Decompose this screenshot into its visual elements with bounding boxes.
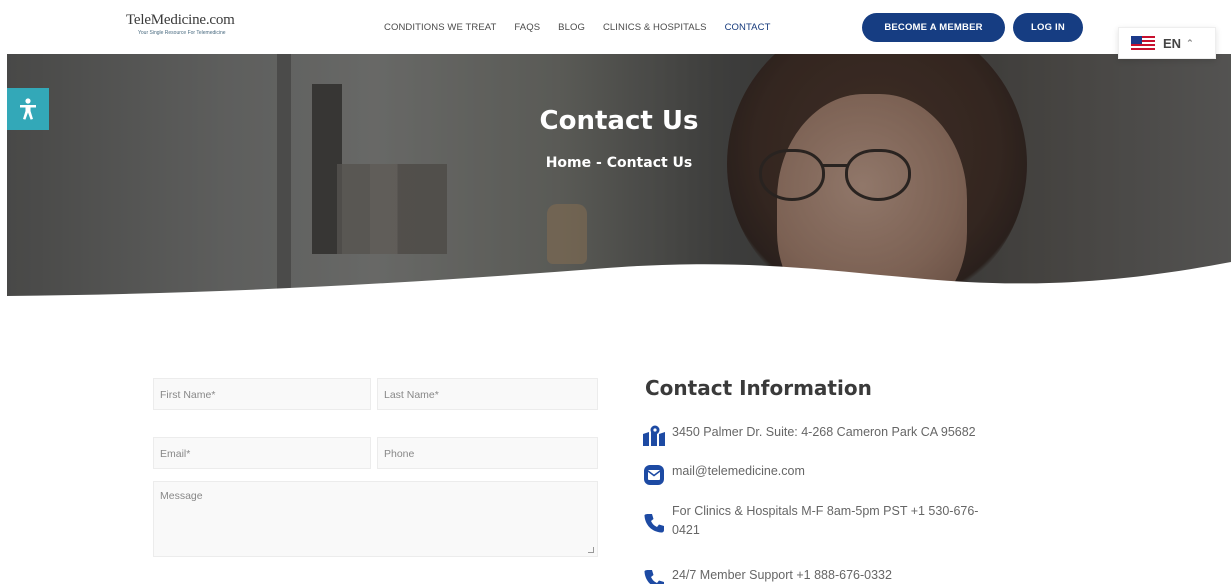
become-member-button[interactable]: BECOME A MEMBER	[862, 13, 1005, 42]
nav-blog[interactable]: BLOG	[558, 22, 585, 33]
contact-info-title: Contact Information	[645, 376, 872, 400]
chevron-up-icon: ⌃	[1186, 37, 1194, 48]
clinic-phone-line2: 0421	[672, 523, 700, 537]
contact-address: 3450 Palmer Dr. Suite: 4-268 Cameron Par…	[640, 423, 976, 449]
page-title: Contact Us	[539, 106, 699, 136]
accessibility-button[interactable]	[7, 88, 49, 130]
language-code: EN	[1163, 35, 1182, 51]
phone-icon	[640, 566, 668, 584]
main-nav: CONDITIONS WE TREAT FAQS BLOG CLINICS & …	[384, 22, 789, 33]
breadcrumb[interactable]: Home - Contact Us	[7, 155, 1231, 171]
resize-handle-icon[interactable]	[588, 547, 594, 553]
hero-banner: Contact Us Home - Contact Us	[7, 54, 1231, 296]
site-logo[interactable]: TeleMedicine.com Your Single Resource Fo…	[126, 12, 256, 42]
nav-clinics-hospitals[interactable]: CLINICS & HOSPITALS	[603, 22, 707, 33]
hero-wave-divider	[7, 262, 1231, 296]
language-selector[interactable]: EN ⌃	[1118, 27, 1216, 59]
clinic-phone-text: For Clinics & Hospitals M-F 8am-5pm PST …	[672, 502, 978, 540]
phone-field[interactable]: Phone	[377, 437, 598, 469]
contact-clinic-phone: For Clinics & Hospitals M-F 8am-5pm PST …	[640, 502, 1050, 540]
logo-tagline: Your Single Resource For Telemedicine	[138, 30, 226, 36]
phone-icon	[640, 510, 668, 536]
accessibility-icon	[20, 98, 36, 120]
contact-support-phone: 24/7 Member Support +1 888-676-0332	[640, 566, 892, 584]
site-header: TeleMedicine.com Your Single Resource Fo…	[0, 0, 1231, 54]
nav-conditions[interactable]: CONDITIONS WE TREAT	[384, 22, 496, 33]
email-text[interactable]: mail@telemedicine.com	[672, 462, 805, 481]
contact-email: mail@telemedicine.com	[640, 462, 805, 488]
address-text: 3450 Palmer Dr. Suite: 4-268 Cameron Par…	[672, 425, 976, 439]
map-location-icon	[640, 423, 668, 449]
message-placeholder: Message	[160, 490, 203, 502]
email-field[interactable]: Email*	[153, 437, 371, 469]
message-field[interactable]: Message	[153, 481, 598, 557]
mail-icon	[640, 462, 668, 488]
first-name-field[interactable]: First Name*	[153, 378, 371, 410]
last-name-field[interactable]: Last Name*	[377, 378, 598, 410]
logo-text: TeleMedicine.com	[126, 12, 235, 28]
us-flag-icon	[1131, 36, 1155, 50]
clinic-phone-line1: For Clinics & Hospitals M-F 8am-5pm PST …	[672, 504, 979, 518]
login-button[interactable]: LOG IN	[1013, 13, 1083, 42]
nav-contact[interactable]: CONTACT	[725, 22, 771, 33]
support-phone-text[interactable]: 24/7 Member Support +1 888-676-0332	[672, 566, 892, 584]
nav-faqs[interactable]: FAQS	[514, 22, 540, 33]
